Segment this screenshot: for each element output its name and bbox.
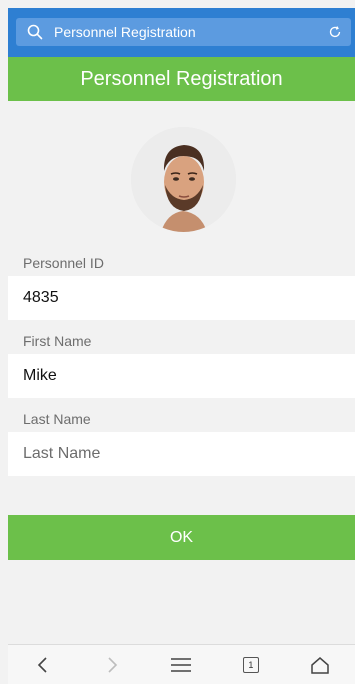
last-name-label: Last Name <box>8 398 355 432</box>
avatar[interactable] <box>131 127 236 232</box>
ok-button[interactable]: OK <box>8 515 355 560</box>
last-name-field[interactable]: Last Name <box>8 432 355 476</box>
page: Personnel Registration Personnel Registr… <box>0 0 355 684</box>
title-bar: Personnel Registration <box>8 57 355 101</box>
registration-form: Personnel ID 4835 First Name Mike Last N… <box>8 242 355 476</box>
tabs-button[interactable]: 1 <box>231 649 271 681</box>
search-icon <box>26 23 44 41</box>
menu-button[interactable] <box>161 649 201 681</box>
avatar-portrait-icon <box>131 127 236 232</box>
menu-icon <box>171 657 192 672</box>
browser-top-bar: Personnel Registration <box>8 8 355 57</box>
refresh-icon[interactable] <box>327 24 343 40</box>
browser-bottom-nav: 1 <box>8 644 355 684</box>
first-name-label: First Name <box>8 320 355 354</box>
chevron-right-icon <box>108 656 118 673</box>
home-button[interactable] <box>300 649 340 681</box>
chevron-left-icon <box>37 656 47 673</box>
first-name-field[interactable]: Mike <box>8 354 355 398</box>
personnel-id-label: Personnel ID <box>8 242 355 276</box>
avatar-area <box>8 101 355 242</box>
browser-search-text: Personnel Registration <box>54 24 196 40</box>
forward-button[interactable] <box>92 649 132 681</box>
personnel-id-field[interactable]: 4835 <box>8 276 355 320</box>
tab-count-badge: 1 <box>242 656 259 673</box>
home-icon <box>311 656 329 674</box>
browser-search-box[interactable]: Personnel Registration <box>16 18 351 46</box>
back-button[interactable] <box>23 649 63 681</box>
page-title: Personnel Registration <box>80 67 283 90</box>
